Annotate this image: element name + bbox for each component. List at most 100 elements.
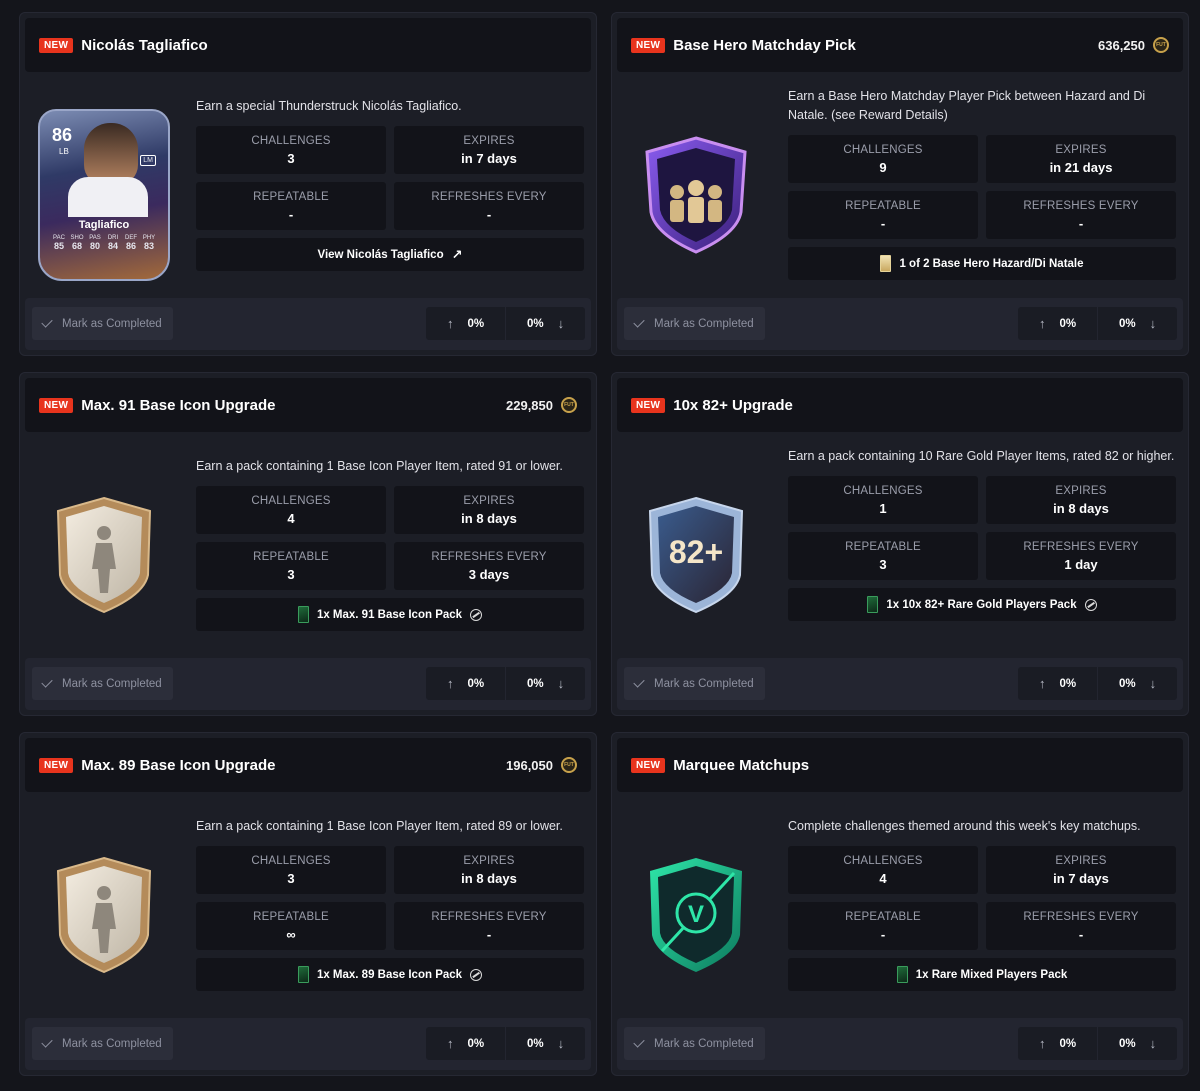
objective-card: NEW Max. 91 Base Icon Upgrade 229,850 FUT… bbox=[19, 372, 597, 716]
icon-badge-icon bbox=[56, 496, 152, 614]
repeatable-stat: REPEATABLE - bbox=[788, 902, 978, 950]
arrow-down-icon: ↓ bbox=[1149, 1036, 1157, 1051]
card-footer: Mark as Completed ↑ 0% 0% ↓ bbox=[617, 1018, 1183, 1070]
reward-row[interactable]: 1x Max. 91 Base Icon Pack bbox=[196, 598, 584, 631]
untradeable-icon bbox=[470, 968, 483, 981]
card-header[interactable]: NEW Max. 89 Base Icon Upgrade 196,050 FUT bbox=[25, 738, 591, 792]
downvote-button[interactable]: 0% ↓ bbox=[1098, 307, 1177, 340]
view-player-label: View Nicolás Tagliafico bbox=[317, 248, 444, 261]
card-header[interactable]: NEW 10x 82+ Upgrade bbox=[617, 378, 1183, 432]
card-description: Complete challenges themed around this w… bbox=[788, 819, 1141, 833]
reward-label: 1x Max. 89 Base Icon Pack bbox=[316, 968, 463, 981]
downvote-button[interactable]: 0% ↓ bbox=[506, 667, 585, 700]
card-header[interactable]: NEW Base Hero Matchday Pick 636,250 FUT bbox=[617, 18, 1183, 72]
coin-icon: FUT bbox=[561, 757, 577, 773]
reward-row[interactable]: 1x 10x 82+ Rare Gold Players Pack bbox=[788, 588, 1176, 621]
challenges-stat: CHALLENGES 3 bbox=[196, 846, 386, 894]
external-link-icon: ↗ bbox=[451, 246, 463, 262]
card-body: Earn a pack containing 1 Base Icon Playe… bbox=[196, 817, 584, 991]
expires-stat: EXPIRES in 8 days bbox=[394, 486, 584, 534]
refreshes-stat: REFRESHES EVERY 1 day bbox=[986, 532, 1176, 580]
mark-completed-button[interactable]: Mark as Completed bbox=[624, 1027, 765, 1060]
expires-stat: EXPIRES in 7 days bbox=[394, 126, 584, 174]
check-icon bbox=[633, 676, 645, 688]
card-header[interactable]: NEW Max. 91 Base Icon Upgrade 229,850 FUT bbox=[25, 378, 591, 432]
pack-icon bbox=[896, 966, 908, 983]
mark-completed-button[interactable]: Mark as Completed bbox=[32, 1027, 173, 1060]
card-price: 636,250 FUT bbox=[1098, 37, 1169, 53]
arrow-up-icon: ↑ bbox=[446, 316, 454, 331]
downvote-button[interactable]: 0% ↓ bbox=[506, 307, 585, 340]
arrow-up-icon: ↑ bbox=[1038, 676, 1046, 691]
card-title: 10x 82+ Upgrade bbox=[673, 396, 793, 414]
arrow-down-icon: ↓ bbox=[557, 316, 565, 331]
refreshes-stat: REFRESHES EVERY - bbox=[394, 902, 584, 950]
pack-icon bbox=[297, 966, 309, 983]
arrow-up-icon: ↑ bbox=[446, 1036, 454, 1051]
player-stat: DEF 86 bbox=[125, 235, 137, 251]
repeatable-stat: REPEATABLE 3 bbox=[196, 542, 386, 590]
challenges-stat: CHALLENGES 4 bbox=[788, 846, 978, 894]
mark-completed-button[interactable]: Mark as Completed bbox=[624, 667, 765, 700]
mark-completed-button[interactable]: Mark as Completed bbox=[32, 667, 173, 700]
pack-icon bbox=[297, 606, 309, 623]
upvote-button[interactable]: ↑ 0% bbox=[1018, 667, 1097, 700]
card-header[interactable]: NEW Marquee Matchups bbox=[617, 738, 1183, 792]
expires-stat: EXPIRES in 21 days bbox=[986, 135, 1176, 183]
player-stat: SHO 68 bbox=[70, 235, 84, 251]
view-player-link[interactable]: View Nicolás Tagliafico ↗ bbox=[196, 238, 584, 271]
card-price: 196,050 FUT bbox=[506, 757, 577, 773]
marquee-badge-icon: V bbox=[650, 858, 742, 972]
reward-row[interactable]: 1x Max. 89 Base Icon Pack bbox=[196, 958, 584, 991]
mark-completed-button[interactable]: Mark as Completed bbox=[32, 307, 173, 340]
coin-icon: FUT bbox=[1153, 37, 1169, 53]
objective-card: NEW Marquee Matchups V Complete challeng… bbox=[611, 732, 1189, 1076]
downvote-button[interactable]: 0% ↓ bbox=[1098, 667, 1177, 700]
downvote-button[interactable]: 0% ↓ bbox=[1098, 1027, 1177, 1060]
arrow-down-icon: ↓ bbox=[1149, 316, 1157, 331]
objective-card: NEW Max. 89 Base Icon Upgrade 196,050 FUT… bbox=[19, 732, 597, 1076]
upvote-button[interactable]: ↑ 0% bbox=[426, 667, 505, 700]
player-card: 86 LB LM Tagliafico PAC 85 SHO 68 PAS 80 DR… bbox=[38, 109, 170, 281]
upvote-button[interactable]: ↑ 0% bbox=[426, 307, 505, 340]
untradeable-icon bbox=[1084, 598, 1097, 611]
card-description: Earn a pack containing 10 Rare Gold Play… bbox=[788, 449, 1175, 463]
upvote-button[interactable]: ↑ 0% bbox=[426, 1027, 505, 1060]
new-badge: NEW bbox=[631, 397, 666, 413]
expires-stat: EXPIRES in 8 days bbox=[986, 476, 1176, 524]
check-icon bbox=[41, 316, 53, 328]
card-header[interactable]: NEW Nicolás Tagliafico bbox=[25, 18, 591, 72]
card-description: Earn a pack containing 1 Base Icon Playe… bbox=[196, 459, 563, 473]
new-badge: NEW bbox=[39, 757, 74, 773]
reward-row[interactable]: 1x Rare Mixed Players Pack bbox=[788, 958, 1176, 991]
card-description: Earn a special Thunderstruck Nicolás Tag… bbox=[196, 99, 462, 113]
player-stat: DRI 84 bbox=[107, 235, 119, 251]
objective-card: NEW 10x 82+ Upgrade 82+ Earn a pack cont… bbox=[611, 372, 1189, 716]
v-badge-image: V bbox=[626, 823, 766, 1007]
reward-row[interactable]: 1 of 2 Base Hero Hazard/Di Natale bbox=[788, 247, 1176, 280]
challenges-stat: CHALLENGES 4 bbox=[196, 486, 386, 534]
player-pick-icon bbox=[880, 255, 892, 272]
arrow-up-icon: ↑ bbox=[1038, 1036, 1046, 1051]
coin-icon: FUT bbox=[561, 397, 577, 413]
arrow-up-icon: ↑ bbox=[446, 676, 454, 691]
new-badge: NEW bbox=[39, 37, 74, 53]
refreshes-stat: REFRESHES EVERY - bbox=[394, 182, 584, 230]
arrow-down-icon: ↓ bbox=[557, 1036, 565, 1051]
refreshes-stat: REFRESHES EVERY - bbox=[986, 191, 1176, 239]
card-title: Marquee Matchups bbox=[673, 756, 810, 774]
reward-label: 1 of 2 Base Hero Hazard/Di Natale bbox=[899, 257, 1084, 270]
upvote-button[interactable]: ↑ 0% bbox=[1018, 307, 1097, 340]
player-stat: PAS 80 bbox=[89, 235, 101, 251]
arrow-up-icon: ↑ bbox=[1038, 316, 1046, 331]
upvote-button[interactable]: ↑ 0% bbox=[1018, 1027, 1097, 1060]
badge-text: 82+ bbox=[669, 534, 723, 570]
repeatable-stat: REPEATABLE ∞ bbox=[196, 902, 386, 950]
downvote-button[interactable]: 0% ↓ bbox=[506, 1027, 585, 1060]
hero-badge-icon bbox=[645, 136, 747, 254]
badge-text: V bbox=[688, 901, 704, 928]
card-body: Earn a pack containing 1 Base Icon Playe… bbox=[196, 457, 584, 631]
expires-stat: EXPIRES in 8 days bbox=[394, 846, 584, 894]
repeatable-stat: REPEATABLE - bbox=[196, 182, 386, 230]
mark-completed-button[interactable]: Mark as Completed bbox=[624, 307, 765, 340]
